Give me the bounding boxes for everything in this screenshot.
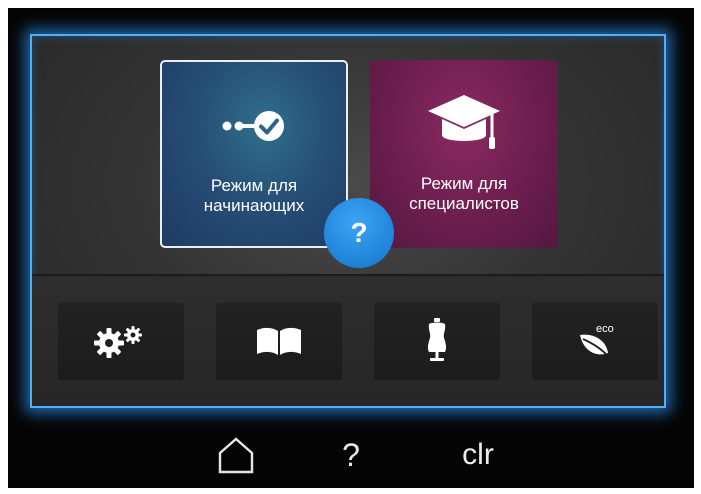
bottom-nav-bar: ? clr <box>8 408 694 488</box>
settings-gears-icon <box>94 326 142 358</box>
expert-mode-label: Режим для специалистов <box>370 174 558 214</box>
eco-text: eco <box>596 323 614 335</box>
home-icon <box>218 437 254 474</box>
device-frame: Режим для начинающих Режим для специалис… <box>8 8 694 488</box>
graduation-cap-icon <box>370 94 558 154</box>
tutorial-button[interactable] <box>374 302 500 380</box>
home-button[interactable] <box>212 435 260 475</box>
beginner-mode-label-line2: начинающих <box>203 196 305 215</box>
expert-mode-tile[interactable]: Режим для специалистов <box>370 60 558 248</box>
clear-button[interactable]: clr <box>448 433 508 477</box>
expert-mode-label-line2: специалистов <box>409 194 519 213</box>
dress-form-icon <box>427 318 447 361</box>
guide-button[interactable] <box>216 302 342 380</box>
mode-help-button[interactable]: ? <box>324 198 394 268</box>
progress-check-icon <box>162 96 346 156</box>
expert-mode-label-line1: Режим для <box>420 174 508 193</box>
settings-button[interactable] <box>58 302 184 380</box>
eco-leaf-icon: eco <box>580 323 614 355</box>
help-button[interactable]: ? <box>334 433 368 477</box>
eco-button[interactable]: eco <box>532 302 658 380</box>
main-screen: Режим для начинающих Режим для специалис… <box>30 34 666 408</box>
open-book-icon <box>257 327 301 355</box>
beginner-mode-tile[interactable]: Режим для начинающих <box>160 60 348 248</box>
beginner-mode-label-line1: Режим для <box>210 176 298 195</box>
beginner-mode-label: Режим для начинающих <box>162 176 346 216</box>
